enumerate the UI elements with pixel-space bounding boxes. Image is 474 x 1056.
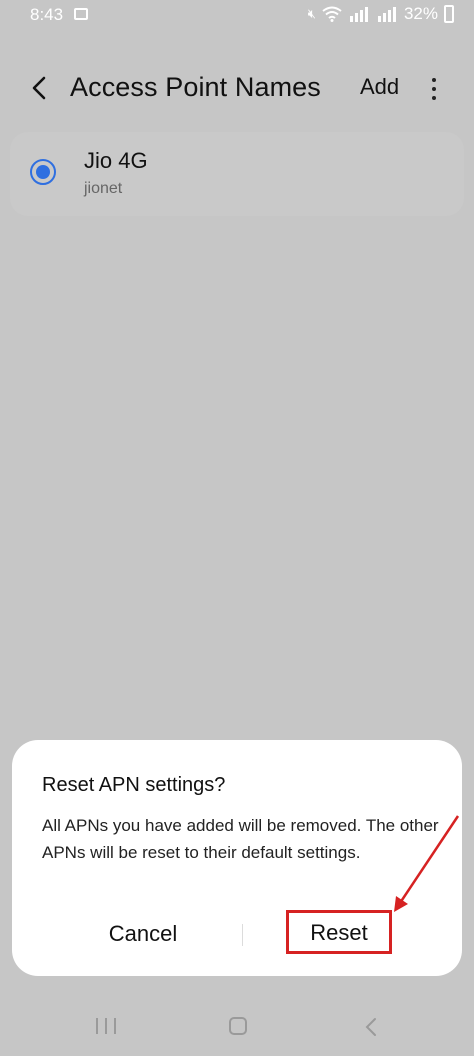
status-bar: 8:43 🔇︎ 32% [0, 0, 474, 32]
chevron-left-icon[interactable] [30, 76, 50, 100]
reset-apn-dialog: Reset APN settings? All APNs you have ad… [12, 740, 462, 976]
back-icon[interactable] [364, 1017, 378, 1037]
volte-signal-icon [377, 7, 396, 22]
wifi-icon [322, 6, 342, 22]
volte-signal-icon [349, 7, 368, 22]
status-icons: 🔇︎ 32% [308, 4, 454, 24]
dialog-message: All APNs you have added will be removed.… [42, 816, 439, 862]
home-icon[interactable] [229, 1017, 247, 1035]
recents-icon[interactable] [96, 1018, 116, 1034]
mute-icon: 🔇︎ [307, 6, 316, 21]
button-divider [242, 924, 243, 946]
page-title: Access Point Names [70, 72, 321, 102]
status-time: 8:43 [30, 5, 64, 24]
list-item[interactable]: Jio 4G jionet [10, 132, 464, 216]
gallery-icon [74, 8, 88, 20]
cancel-button[interactable]: Cancel [68, 914, 218, 954]
apn-value: jionet [84, 180, 123, 197]
battery-icon [444, 5, 454, 23]
add-button[interactable]: Add [360, 74, 399, 100]
radio-button[interactable] [30, 159, 56, 185]
dialog-title: Reset APN settings? [42, 774, 226, 796]
reset-button[interactable]: Reset [286, 910, 392, 954]
battery-percent: 32% [403, 4, 438, 23]
more-vertical-icon[interactable] [424, 76, 444, 102]
app-bar: Access Point Names Add [0, 58, 474, 122]
nav-bar [0, 1004, 474, 1050]
radio-selected-dot [36, 165, 50, 179]
apn-name: Jio 4G [84, 148, 148, 173]
